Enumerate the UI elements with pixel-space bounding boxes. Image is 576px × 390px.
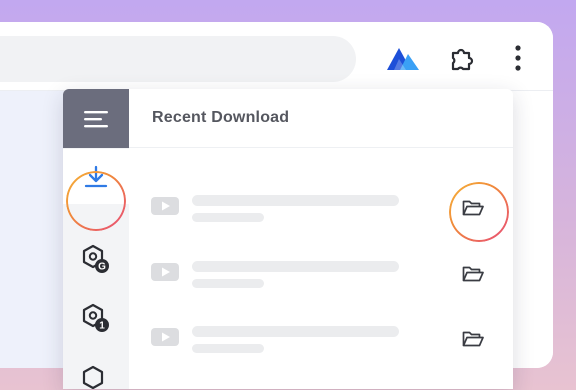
file-meta-placeholder (192, 344, 264, 353)
badge-g: G (98, 261, 106, 272)
file-meta-placeholder (192, 279, 264, 288)
download-icon (84, 165, 108, 187)
open-folder-icon[interactable] (462, 265, 484, 283)
download-row[interactable] (129, 173, 513, 237)
sidebar-item-search-g[interactable]: G (63, 232, 129, 287)
open-folder-icon[interactable] (462, 199, 484, 217)
download-row[interactable] (129, 304, 513, 368)
file-name-placeholder (192, 261, 399, 272)
hexagon-search-g-icon: G (82, 244, 109, 273)
popup-title: Recent Download (152, 109, 290, 126)
brand-logo-icon[interactable] (386, 47, 420, 71)
header-divider (129, 147, 513, 148)
open-folder-icon[interactable] (462, 330, 484, 348)
puzzle-extensions-icon[interactable] (448, 44, 476, 72)
youtube-icon (151, 328, 179, 346)
hexagon-search-1-icon: 1 (82, 303, 109, 332)
download-row[interactable] (129, 239, 513, 303)
address-bar[interactable] (0, 36, 356, 82)
file-name-placeholder (192, 195, 399, 206)
download-popup: G 1 Recent Download (63, 89, 513, 389)
more-vertical-icon[interactable] (512, 44, 524, 72)
menu-icon (84, 110, 108, 127)
file-meta-placeholder (192, 213, 264, 222)
file-name-placeholder (192, 326, 399, 337)
browser-toolbar (0, 22, 553, 91)
youtube-icon (151, 197, 179, 215)
youtube-icon (151, 263, 179, 281)
badge-1: 1 (99, 320, 105, 331)
sidebar-item-search-1[interactable]: 1 (63, 291, 129, 346)
popup-sidebar: G 1 (63, 89, 129, 389)
sidebar-item-hexagon[interactable] (63, 347, 129, 389)
sidebar-item-downloads[interactable] (63, 149, 129, 204)
menu-button[interactable] (63, 89, 129, 148)
hexagon-icon (82, 365, 104, 389)
